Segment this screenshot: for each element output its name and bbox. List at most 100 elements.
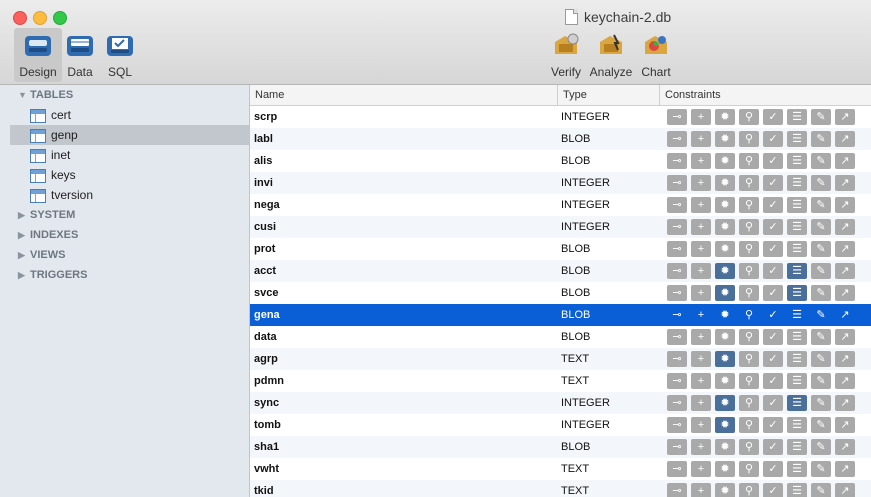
wrench-icon[interactable]: ✎ <box>811 395 831 411</box>
wrench-icon[interactable]: ✎ <box>811 175 831 191</box>
chart-button[interactable]: Chart <box>632 28 680 82</box>
check-icon[interactable]: ✓ <box>763 241 783 257</box>
link-out-icon[interactable]: ↗ <box>835 439 855 455</box>
table-row[interactable]: tkid TEXT ⊸ + ✹ ⚲ ✓ ☰ ✎ ↗ <box>250 480 871 497</box>
check-icon[interactable]: ✓ <box>763 263 783 279</box>
check-icon[interactable]: ✓ <box>763 351 783 367</box>
list-icon[interactable]: ☰ <box>787 219 807 235</box>
sun-icon[interactable]: ✹ <box>715 219 735 235</box>
check-icon[interactable]: ✓ <box>763 329 783 345</box>
sidebar-item-cert[interactable]: cert <box>10 105 249 125</box>
list-icon[interactable]: ☰ <box>787 373 807 389</box>
plus-icon[interactable]: + <box>691 153 711 169</box>
key-icon[interactable]: ⊸ <box>667 439 687 455</box>
column-header-constraints[interactable]: Constraints <box>660 85 871 105</box>
sun-icon[interactable]: ✹ <box>715 175 735 191</box>
pin-icon[interactable]: ⚲ <box>739 373 759 389</box>
plus-icon[interactable]: + <box>691 417 711 433</box>
key-icon[interactable]: ⊸ <box>667 197 687 213</box>
list-icon[interactable]: ☰ <box>787 197 807 213</box>
plus-icon[interactable]: + <box>691 263 711 279</box>
pin-icon[interactable]: ⚲ <box>739 131 759 147</box>
table-row[interactable]: svce BLOB ⊸ + ✹ ⚲ ✓ ☰ ✎ ↗ <box>250 282 871 304</box>
list-icon[interactable]: ☰ <box>787 175 807 191</box>
wrench-icon[interactable]: ✎ <box>811 461 831 477</box>
sun-icon[interactable]: ✹ <box>715 395 735 411</box>
sidebar-item-inet[interactable]: inet <box>10 145 249 165</box>
link-out-icon[interactable]: ↗ <box>835 329 855 345</box>
sun-icon[interactable]: ✹ <box>715 263 735 279</box>
wrench-icon[interactable]: ✎ <box>811 351 831 367</box>
verify-button[interactable]: Verify <box>542 28 590 82</box>
link-out-icon[interactable]: ↗ <box>835 417 855 433</box>
table-row[interactable]: vwht TEXT ⊸ + ✹ ⚲ ✓ ☰ ✎ ↗ <box>250 458 871 480</box>
key-icon[interactable]: ⊸ <box>667 351 687 367</box>
list-icon[interactable]: ☰ <box>787 241 807 257</box>
plus-icon[interactable]: + <box>691 175 711 191</box>
link-out-icon[interactable]: ↗ <box>835 131 855 147</box>
pin-icon[interactable]: ⚲ <box>739 307 759 323</box>
views-group-header[interactable]: ▶ VIEWS <box>18 245 65 265</box>
check-icon[interactable]: ✓ <box>763 153 783 169</box>
sun-icon[interactable]: ✹ <box>715 241 735 257</box>
key-icon[interactable]: ⊸ <box>667 109 687 125</box>
check-icon[interactable]: ✓ <box>763 395 783 411</box>
link-out-icon[interactable]: ↗ <box>835 373 855 389</box>
indexes-group-header[interactable]: ▶ INDEXES <box>18 225 78 245</box>
plus-icon[interactable]: + <box>691 131 711 147</box>
plus-icon[interactable]: + <box>691 109 711 125</box>
list-icon[interactable]: ☰ <box>787 461 807 477</box>
list-icon[interactable]: ☰ <box>787 285 807 301</box>
check-icon[interactable]: ✓ <box>763 307 783 323</box>
link-out-icon[interactable]: ↗ <box>835 263 855 279</box>
sidebar-item-genp[interactable]: genp <box>10 125 249 145</box>
check-icon[interactable]: ✓ <box>763 109 783 125</box>
key-icon[interactable]: ⊸ <box>667 483 687 497</box>
pin-icon[interactable]: ⚲ <box>739 395 759 411</box>
plus-icon[interactable]: + <box>691 197 711 213</box>
pin-icon[interactable]: ⚲ <box>739 483 759 497</box>
key-icon[interactable]: ⊸ <box>667 241 687 257</box>
sun-icon[interactable]: ✹ <box>715 131 735 147</box>
check-icon[interactable]: ✓ <box>763 175 783 191</box>
check-icon[interactable]: ✓ <box>763 131 783 147</box>
key-icon[interactable]: ⊸ <box>667 461 687 477</box>
check-icon[interactable]: ✓ <box>763 439 783 455</box>
key-icon[interactable]: ⊸ <box>667 263 687 279</box>
wrench-icon[interactable]: ✎ <box>811 417 831 433</box>
key-icon[interactable]: ⊸ <box>667 329 687 345</box>
sun-icon[interactable]: ✹ <box>715 351 735 367</box>
plus-icon[interactable]: + <box>691 219 711 235</box>
check-icon[interactable]: ✓ <box>763 197 783 213</box>
sun-icon[interactable]: ✹ <box>715 307 735 323</box>
link-out-icon[interactable]: ↗ <box>835 153 855 169</box>
wrench-icon[interactable]: ✎ <box>811 373 831 389</box>
analyze-button[interactable]: Analyze <box>587 28 635 82</box>
sql-button[interactable]: SQL <box>96 28 144 82</box>
sidebar-item-keys[interactable]: keys <box>10 165 249 185</box>
check-icon[interactable]: ✓ <box>763 461 783 477</box>
list-icon[interactable]: ☰ <box>787 483 807 497</box>
plus-icon[interactable]: + <box>691 351 711 367</box>
list-icon[interactable]: ☰ <box>787 351 807 367</box>
sun-icon[interactable]: ✹ <box>715 285 735 301</box>
sun-icon[interactable]: ✹ <box>715 153 735 169</box>
table-row[interactable]: nega INTEGER ⊸ + ✹ ⚲ ✓ ☰ ✎ ↗ <box>250 194 871 216</box>
key-icon[interactable]: ⊸ <box>667 307 687 323</box>
table-row[interactable]: labl BLOB ⊸ + ✹ ⚲ ✓ ☰ ✎ ↗ <box>250 128 871 150</box>
sun-icon[interactable]: ✹ <box>715 461 735 477</box>
pin-icon[interactable]: ⚲ <box>739 197 759 213</box>
table-row[interactable]: prot BLOB ⊸ + ✹ ⚲ ✓ ☰ ✎ ↗ <box>250 238 871 260</box>
wrench-icon[interactable]: ✎ <box>811 439 831 455</box>
link-out-icon[interactable]: ↗ <box>835 285 855 301</box>
table-row[interactable]: agrp TEXT ⊸ + ✹ ⚲ ✓ ☰ ✎ ↗ <box>250 348 871 370</box>
pin-icon[interactable]: ⚲ <box>739 241 759 257</box>
link-out-icon[interactable]: ↗ <box>835 461 855 477</box>
pin-icon[interactable]: ⚲ <box>739 153 759 169</box>
sun-icon[interactable]: ✹ <box>715 329 735 345</box>
key-icon[interactable]: ⊸ <box>667 285 687 301</box>
list-icon[interactable]: ☰ <box>787 417 807 433</box>
key-icon[interactable]: ⊸ <box>667 131 687 147</box>
wrench-icon[interactable]: ✎ <box>811 219 831 235</box>
table-row[interactable]: sha1 BLOB ⊸ + ✹ ⚲ ✓ ☰ ✎ ↗ <box>250 436 871 458</box>
